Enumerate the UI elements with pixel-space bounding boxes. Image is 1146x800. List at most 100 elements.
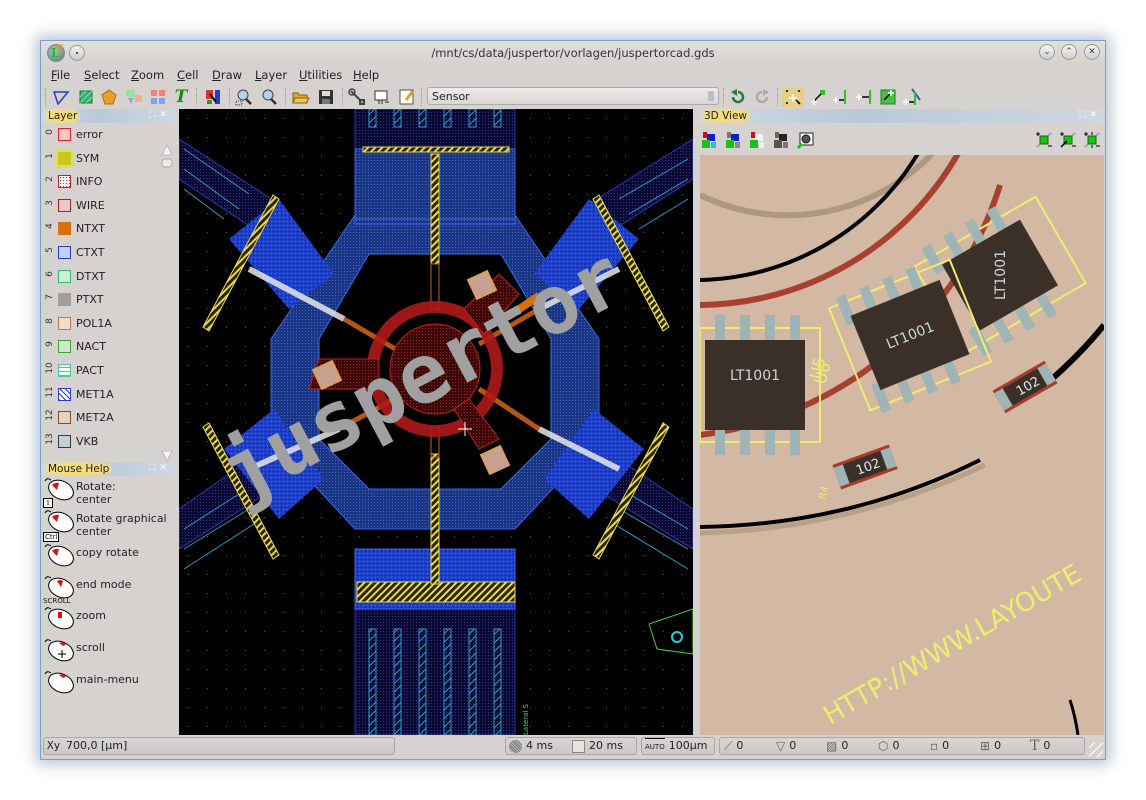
- snap-edge-icon[interactable]: [831, 87, 851, 107]
- layer-row-ctxt[interactable]: 5 CTXT: [41, 241, 163, 265]
- toolbar-handle[interactable]: [45, 88, 47, 106]
- layer-row-pact[interactable]: 10 PACT: [41, 359, 163, 383]
- zoom-fit-icon[interactable]: [234, 87, 254, 107]
- layer-row-info[interactable]: 2 INFO: [41, 170, 163, 194]
- snap-box-icon[interactable]: [878, 87, 898, 107]
- menu-select[interactable]: Select: [84, 68, 120, 82]
- modifier-key-label: ⇧: [43, 498, 53, 508]
- zoom-in-icon[interactable]: [259, 87, 279, 107]
- view3d-canvas[interactable]: LT1001 LT1001 U6 LT1001 U5 102 102 R4 HT…: [700, 155, 1104, 735]
- layer-name: PACT: [76, 364, 104, 377]
- layer-row-vkb[interactable]: 13 VKB: [41, 430, 163, 454]
- camera-icon[interactable]: [796, 131, 815, 150]
- menu-cell[interactable]: Cell: [177, 68, 199, 82]
- layer-swatch-icon[interactable]: [58, 175, 71, 189]
- layer-swatch-icon[interactable]: [58, 269, 71, 283]
- array-icon[interactable]: [148, 87, 168, 107]
- polygon-count-icon: ▽: [776, 739, 786, 753]
- layer-swatch-icon[interactable]: [58, 198, 71, 212]
- menu-bar: File Select Zoom Cell Draw Layer Utiliti…: [41, 65, 1105, 85]
- zoom-in-3d-icon[interactable]: [1035, 131, 1053, 149]
- minimize-button[interactable]: ⌄: [1039, 44, 1055, 60]
- maximize-button[interactable]: ⌃: [1061, 44, 1077, 60]
- layer-swatch-icon[interactable]: [58, 340, 71, 354]
- snap-point-icon[interactable]: [808, 87, 828, 107]
- mouse-help-label: copy rotate: [76, 546, 139, 559]
- view-layers-blue-icon[interactable]: [725, 131, 743, 149]
- layout-canvas[interactable]: juspertor Lateral S: [179, 109, 693, 735]
- polygon-fill-icon[interactable]: [99, 87, 119, 107]
- edit-icon[interactable]: [397, 87, 417, 107]
- polygon-icon[interactable]: [51, 87, 71, 107]
- grid-value: 100µm: [668, 739, 708, 752]
- resize-grip[interactable]: [1089, 743, 1103, 757]
- layer-row-sym[interactable]: 1 SYM: [41, 147, 163, 171]
- menu-utilities[interactable]: Utilities: [299, 68, 342, 82]
- layer-swatch-icon[interactable]: [58, 364, 71, 377]
- layer-row-wire[interactable]: 3 WIRE: [41, 194, 163, 218]
- menu-layer[interactable]: Layer: [255, 68, 287, 82]
- view3d-dock-title[interactable]: 3D View ⛶✕: [699, 109, 1105, 123]
- menu-zoom[interactable]: Zoom: [131, 68, 164, 82]
- box-icon[interactable]: [76, 87, 96, 107]
- layer-row-pol1a[interactable]: 8 POL1A: [41, 312, 163, 336]
- select-layer-icon[interactable]: [203, 87, 223, 107]
- snap-diagonal-icon[interactable]: [902, 87, 922, 107]
- mouse-help-item: Rotate graphical center ⇧: [43, 498, 177, 539]
- layer-swatch-icon[interactable]: [58, 246, 71, 259]
- layer-swatch-icon[interactable]: [58, 434, 71, 448]
- draw-time-value: 20 ms: [589, 739, 623, 752]
- render-time-icon: [509, 739, 522, 753]
- layer-swatch-icon[interactable]: [58, 128, 71, 141]
- menu-help[interactable]: Help: [353, 68, 379, 82]
- snap-grid-icon[interactable]: [782, 87, 804, 107]
- zoom-fit-3d-icon[interactable]: [1083, 131, 1101, 149]
- view-layers-white-icon[interactable]: [749, 131, 767, 149]
- cell-select-dropdown[interactable]: Sensor: [427, 87, 719, 105]
- layer-scrollbar[interactable]: [160, 143, 174, 463]
- layer-row-error[interactable]: 0 error: [41, 123, 163, 147]
- mouse-icon: [44, 671, 74, 694]
- layer-swatch-icon[interactable]: [58, 316, 71, 330]
- menu-draw[interactable]: Draw: [212, 68, 242, 82]
- dock-float-close-icons[interactable]: ⛶✕: [1079, 110, 1101, 120]
- grid-display[interactable]: AUTO 100µm: [641, 737, 715, 755]
- view-layers-gray-icon[interactable]: [773, 131, 791, 149]
- layer-row-ptxt[interactable]: 7 PTXT: [41, 288, 163, 312]
- layer-row-nact[interactable]: 9 NACT: [41, 335, 163, 359]
- layer-swatch-icon[interactable]: [58, 387, 71, 401]
- save-icon[interactable]: [316, 87, 336, 107]
- layer-row-met2a[interactable]: 12 MET2A: [41, 406, 163, 430]
- toolbar-separator: [229, 88, 231, 106]
- mouse-help-item: main-menu: [43, 670, 177, 700]
- layer-swatch-icon[interactable]: [58, 222, 71, 236]
- undo-icon[interactable]: [728, 87, 748, 107]
- zoom-out-3d-icon[interactable]: [1059, 131, 1077, 149]
- layer-swatch-icon[interactable]: [58, 411, 71, 425]
- layer-number: 13: [45, 433, 55, 445]
- layer-swatch-icon[interactable]: [58, 293, 71, 307]
- snap-edge-mid-icon[interactable]: [854, 87, 874, 107]
- tools-icon[interactable]: [347, 87, 367, 107]
- layer-row-ntxt[interactable]: 4 NTXT: [41, 217, 163, 241]
- toolbar-separator: [342, 88, 344, 106]
- redo-icon[interactable]: [752, 87, 772, 107]
- cell-select-value: Sensor: [432, 90, 470, 103]
- mouse-help-item: zoom SCROLL: [43, 597, 177, 636]
- layer-swatch-icon[interactable]: [58, 151, 71, 165]
- mouse-help-label: scroll: [76, 641, 105, 654]
- macro-icon[interactable]: [372, 87, 392, 107]
- close-button[interactable]: ✕: [1084, 44, 1100, 60]
- box-count-icon: ▨: [826, 739, 838, 753]
- open-icon[interactable]: [291, 87, 311, 107]
- layer-row-dtxt[interactable]: 6 DTXT: [41, 265, 163, 289]
- layer-merge-icon[interactable]: [124, 87, 144, 107]
- view-layers-color-icon[interactable]: [701, 131, 719, 149]
- text-icon[interactable]: T: [171, 87, 191, 107]
- mouse-help-label: Rotate graphical center: [76, 512, 167, 538]
- layer-row-met1a[interactable]: 11 MET1A: [41, 383, 163, 407]
- title-bar: /mnt/cs/data/juspertor/vorlagen/jusperto…: [41, 41, 1105, 65]
- dock-float-close-icons[interactable]: ⛶✕: [149, 110, 171, 120]
- layer-dock-title[interactable]: Layer ⛶✕: [43, 109, 175, 123]
- menu-file[interactable]: File: [51, 68, 70, 82]
